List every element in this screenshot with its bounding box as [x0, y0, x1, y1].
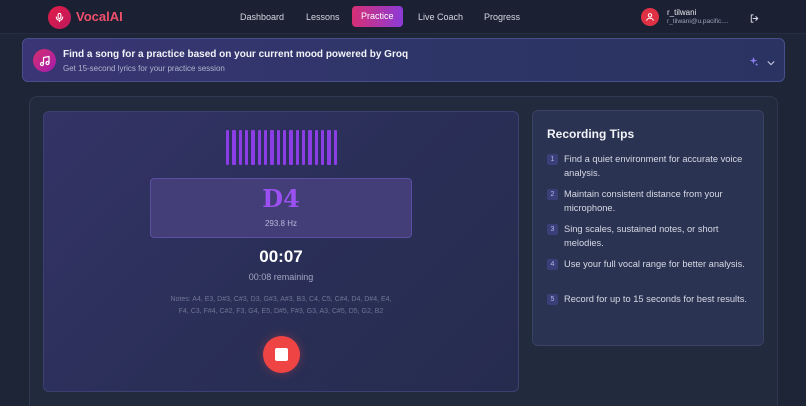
waveform-bar [308, 130, 312, 165]
tip-text: Sing scales, sustained notes, or short m… [564, 224, 719, 248]
waveform-bar [282, 130, 287, 165]
nav-progress[interactable]: Progress [484, 12, 520, 22]
waveform-visualizer [226, 130, 337, 165]
stop-icon [275, 348, 288, 361]
waveform-bar [295, 130, 299, 165]
recording-timer: 00:07 [259, 247, 303, 266]
waveform-bar [270, 130, 274, 165]
nav-practice[interactable]: Practice [352, 6, 403, 27]
tip-number: 3 [547, 224, 558, 235]
waveform-bar [314, 130, 318, 165]
stop-recording-button[interactable] [263, 336, 300, 373]
waveform-bar [244, 130, 249, 165]
waveform-bar [232, 130, 236, 165]
top-navbar: VocalAI Dashboard Lessons Practice Live … [0, 0, 806, 34]
banner-subtitle: Get 15-second lyrics for your practice s… [63, 64, 225, 73]
tip-number: 1 [547, 154, 558, 165]
waveform-bar [276, 130, 280, 165]
tip-number: 2 [547, 189, 558, 200]
nav-lessons[interactable]: Lessons [306, 12, 340, 22]
waveform-bar [263, 130, 268, 165]
tip-text: Maintain consistent distance from your m… [564, 189, 723, 213]
tip-number: 5 [547, 294, 558, 305]
tip-text: Use your full vocal range for better ana… [564, 259, 745, 269]
app-name[interactable]: VocalAI [76, 9, 123, 24]
nav-dashboard[interactable]: Dashboard [240, 12, 284, 22]
logout-icon[interactable] [749, 11, 760, 29]
user-email: r_tilwani@u.pacific.... [667, 18, 729, 25]
user-avatar-icon[interactable] [641, 8, 659, 26]
chevron-down-icon[interactable] [766, 55, 776, 73]
time-remaining: 00:08 remaining [248, 272, 314, 282]
waveform-bar [320, 130, 325, 165]
banner-title: Find a song for a practice based on your… [63, 49, 409, 60]
notes-line-2: F4, C3, F#4, C#2, F3, G4, E5, D#5, F#3, … [178, 308, 384, 315]
user-name: r_tilwani [667, 8, 697, 17]
detected-note: D4 [262, 184, 300, 213]
microphone-logo-icon[interactable] [48, 6, 71, 29]
tip-text: Find a quiet environment for accurate vo… [564, 154, 743, 178]
sparkle-icon [748, 54, 759, 72]
waveform-bar [289, 130, 293, 165]
detected-frequency: 293.8 Hz [264, 219, 298, 228]
song-suggestion-banner[interactable]: Find a song for a practice based on your… [22, 38, 785, 82]
waveform-bar [251, 130, 255, 165]
tips-title: Recording Tips [547, 127, 635, 141]
nav-live-coach[interactable]: Live Coach [418, 12, 463, 22]
detected-notes-list: Notes: A4, E3, D#3, C#3, D3, G#3, A#3, B… [148, 294, 414, 318]
waveform-bar [257, 130, 261, 165]
waveform-bar [301, 130, 306, 165]
waveform-bar [226, 130, 230, 165]
tip-text: Record for up to 15 seconds for best res… [564, 294, 747, 304]
tip-number: 4 [547, 259, 558, 270]
waveform-bar [333, 130, 337, 165]
music-note-icon [33, 49, 56, 72]
notes-line-1: Notes: A4, E3, D#3, C#3, D3, G#3, A#3, B… [170, 296, 392, 303]
waveform-bar [327, 130, 331, 165]
waveform-bar [238, 130, 242, 165]
